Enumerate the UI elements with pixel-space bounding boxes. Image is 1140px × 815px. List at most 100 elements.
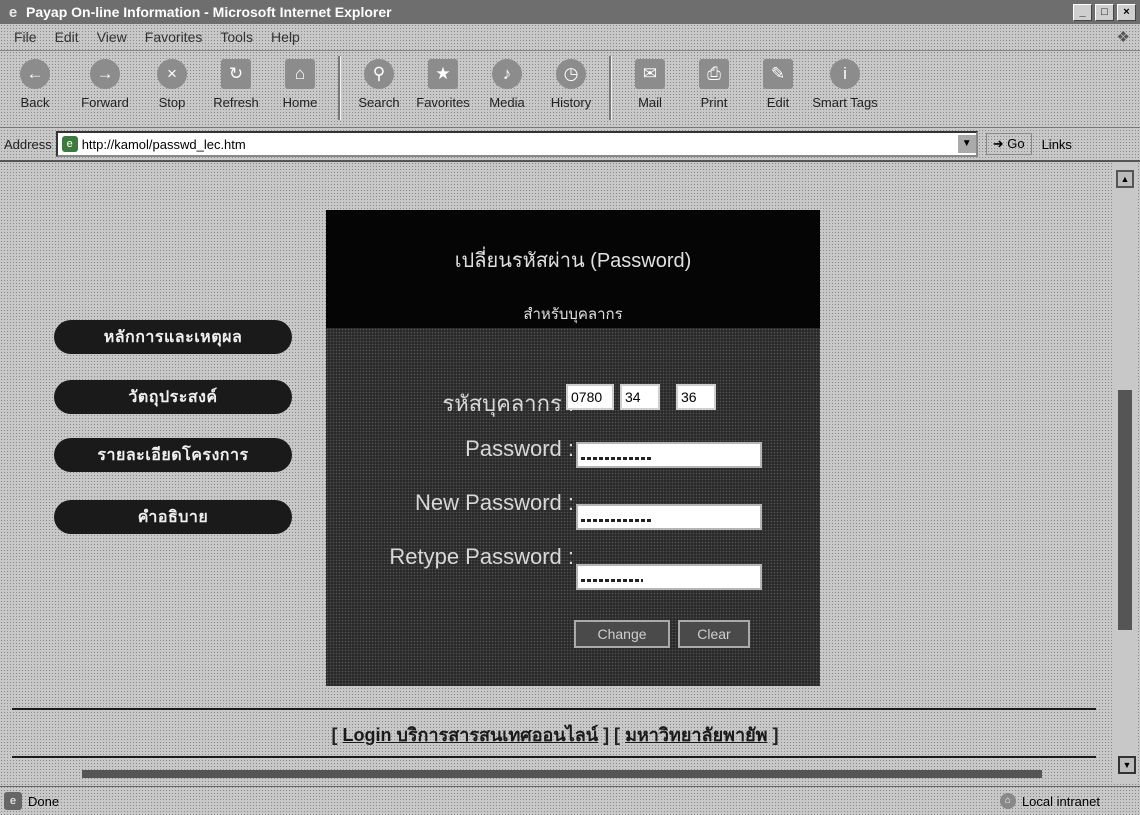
panel-subtitle: สำหรับบุคลากร bbox=[523, 306, 623, 323]
minimize-button[interactable]: _ bbox=[1073, 3, 1092, 21]
clear-button[interactable]: Clear bbox=[678, 620, 750, 648]
close-button[interactable]: × bbox=[1117, 3, 1136, 21]
password-input[interactable] bbox=[576, 442, 762, 468]
media-icon: ♪ bbox=[492, 59, 522, 89]
zone-label: Local intranet bbox=[1021, 793, 1100, 809]
home-button[interactable]: ⌂ Home bbox=[268, 51, 332, 110]
mail-icon: ✉ bbox=[635, 59, 665, 89]
forward-button[interactable]: → Forward bbox=[70, 51, 140, 110]
address-dropdown-icon[interactable]: ▼ bbox=[957, 135, 976, 153]
standard-toolbar: ← Back → Forward × Stop ↻ Refresh ⌂ Home ⚲ Sea… bbox=[0, 51, 1140, 128]
refresh-button[interactable]: ↻ Refresh bbox=[204, 51, 268, 110]
menu-bar: File Edit View Favorites Tools Help ❖ bbox=[0, 24, 1140, 51]
menu-favorites[interactable]: Favorites bbox=[141, 28, 207, 46]
edit-button[interactable]: ✎ Edit bbox=[746, 51, 810, 110]
favorites-icon: ★ bbox=[428, 59, 458, 89]
refresh-icon: ↻ bbox=[221, 59, 251, 89]
back-label: Back bbox=[20, 95, 50, 110]
university-link[interactable]: มหาวิทยาลัยพายัพ bbox=[625, 725, 767, 745]
status-text: Done bbox=[28, 793, 60, 809]
mail-label: Mail bbox=[638, 95, 662, 110]
new-password-input[interactable] bbox=[576, 504, 762, 530]
search-label: Search bbox=[358, 95, 400, 110]
address-bar: Address e http://kamol/passwd_lec.htm ▼ … bbox=[0, 128, 1140, 162]
staff-id-field-3[interactable]: 36 bbox=[676, 384, 716, 410]
search-button[interactable]: ⚲ Search bbox=[347, 51, 411, 110]
forward-label: Forward bbox=[81, 95, 129, 110]
password-label: Password : bbox=[465, 436, 574, 461]
new-password-label: New Password : bbox=[415, 490, 574, 515]
scroll-up-icon[interactable]: ▲ bbox=[1116, 170, 1134, 188]
ie-logo-icon: e bbox=[8, 3, 18, 21]
staff-id-field-2[interactable]: 34 bbox=[620, 384, 660, 410]
go-button[interactable]: ➜ Go bbox=[985, 133, 1032, 155]
stop-label: Stop bbox=[158, 95, 186, 110]
edit-icon: ✎ bbox=[763, 59, 793, 89]
retype-password-label: Retype Password : bbox=[389, 544, 574, 569]
history-label: History bbox=[550, 95, 592, 110]
nav-principles-button[interactable]: หลักการและเหตุผล bbox=[54, 320, 292, 354]
address-url: http://kamol/passwd_lec.htm bbox=[81, 136, 246, 152]
smart-tags-label: Smart Tags bbox=[812, 95, 878, 110]
nav-details-button[interactable]: รายละเอียดโครงการ bbox=[54, 438, 292, 472]
menu-view[interactable]: View bbox=[93, 28, 131, 46]
retype-password-input[interactable] bbox=[576, 564, 762, 590]
media-button[interactable]: ♪ Media bbox=[475, 51, 539, 110]
staff-id-label: รหัสบุคลากร : bbox=[442, 391, 574, 416]
nav-objectives-button[interactable]: วัตถุประสงค์ bbox=[54, 380, 292, 414]
stop-icon: × bbox=[157, 59, 187, 89]
go-label: Go bbox=[1007, 136, 1025, 151]
address-input[interactable]: e http://kamol/passwd_lec.htm ▼ bbox=[55, 131, 978, 157]
back-arrow-icon: ← bbox=[20, 59, 50, 89]
search-icon: ⚲ bbox=[364, 59, 394, 89]
favorites-button[interactable]: ★ Favorites bbox=[411, 51, 475, 110]
staff-id-field-1[interactable]: 0780 bbox=[566, 384, 614, 410]
maximize-button[interactable]: □ bbox=[1095, 3, 1114, 21]
menu-help[interactable]: Help bbox=[267, 28, 304, 46]
history-button[interactable]: ◷ History bbox=[539, 51, 603, 110]
title-bar: e Payap On-line Information - Microsoft … bbox=[0, 0, 1140, 24]
toolbar-separator bbox=[609, 56, 612, 120]
divider bbox=[12, 756, 1096, 758]
divider bbox=[12, 708, 1096, 710]
media-label: Media bbox=[489, 95, 525, 110]
home-label: Home bbox=[282, 95, 318, 110]
menu-tools[interactable]: Tools bbox=[216, 28, 257, 46]
back-button[interactable]: ← Back bbox=[0, 51, 70, 110]
window-title: Payap On-line Information - Microsoft In… bbox=[26, 4, 392, 20]
menu-file[interactable]: File bbox=[10, 28, 41, 46]
footer-links: [ Login บริการสารสนเทศออนไลน์ ] [ มหาวิท… bbox=[0, 720, 1110, 749]
edit-label: Edit bbox=[766, 95, 790, 110]
history-icon: ◷ bbox=[556, 59, 586, 89]
change-button[interactable]: Change bbox=[574, 620, 670, 648]
scroll-down-icon[interactable]: ▼ bbox=[1118, 756, 1136, 774]
bracket: ] bbox=[772, 725, 779, 745]
bracket: ] [ bbox=[603, 725, 621, 745]
scroll-thumb[interactable] bbox=[1118, 390, 1132, 630]
stop-button[interactable]: × Stop bbox=[140, 51, 204, 110]
panel-title: เปลี่ยนรหัสผ่าน (Password) bbox=[454, 250, 692, 272]
menu-edit[interactable]: Edit bbox=[51, 28, 83, 46]
page-done-icon: e bbox=[4, 792, 22, 810]
print-label: Print bbox=[700, 95, 728, 110]
favorites-label: Favorites bbox=[416, 95, 470, 110]
refresh-label: Refresh bbox=[213, 95, 259, 110]
mail-button[interactable]: ✉ Mail bbox=[618, 51, 682, 110]
forward-arrow-icon: → bbox=[90, 59, 120, 89]
status-bar: e Done ⌂ Local intranet bbox=[0, 786, 1140, 815]
nav-glossary-button[interactable]: คำอธิบาย bbox=[54, 500, 292, 534]
go-arrow-icon: ➜ bbox=[992, 136, 1004, 151]
password-form: รหัสบุคลากร : 0780 34 36 Password : New … bbox=[326, 328, 820, 686]
vertical-scrollbar[interactable]: ▲ ▼ bbox=[1112, 162, 1138, 782]
home-icon: ⌂ bbox=[285, 59, 315, 89]
bracket: [ bbox=[331, 725, 338, 745]
print-button[interactable]: ⎙ Print bbox=[682, 51, 746, 110]
links-button[interactable]: Links bbox=[1038, 137, 1076, 152]
login-link[interactable]: Login บริการสารสนเทศออนไลน์ bbox=[342, 725, 598, 745]
toolbar-separator bbox=[338, 56, 341, 120]
windows-logo-icon: ❖ bbox=[1116, 29, 1130, 46]
horizontal-scrollbar[interactable] bbox=[82, 770, 1042, 778]
address-label: Address bbox=[4, 136, 52, 152]
smart-tags-button[interactable]: i Smart Tags bbox=[810, 51, 880, 110]
intranet-icon: ⌂ bbox=[999, 793, 1016, 809]
